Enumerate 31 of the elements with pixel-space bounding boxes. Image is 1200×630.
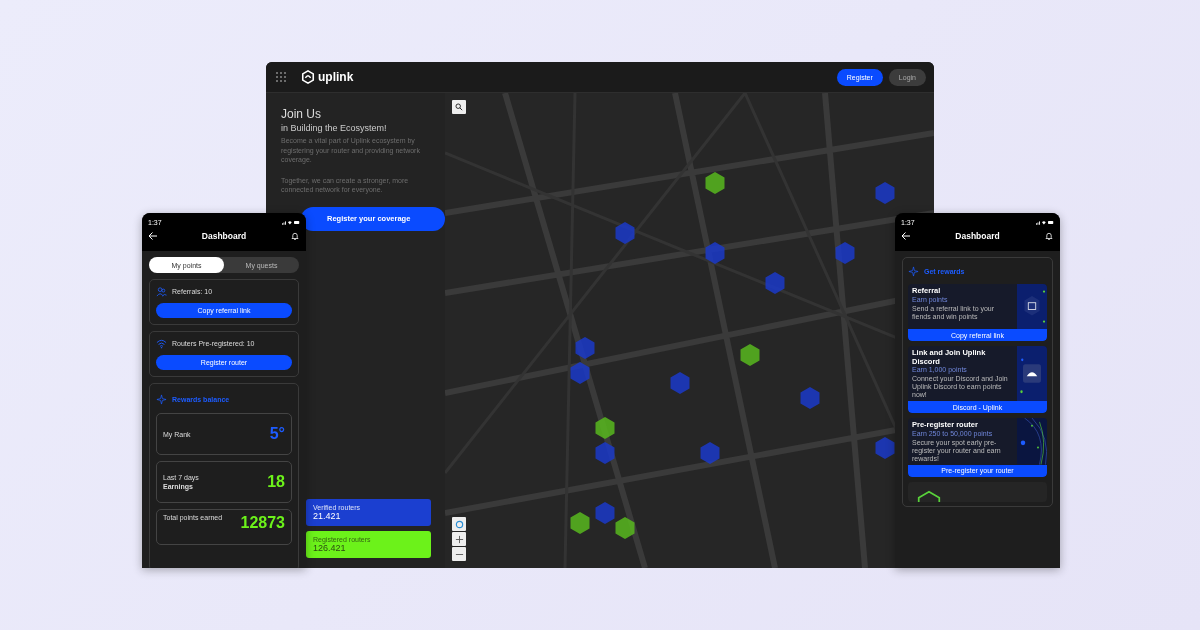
sparkle-icon xyxy=(156,394,167,405)
status-icons xyxy=(282,219,300,225)
search-button[interactable] xyxy=(452,100,466,114)
plus-icon xyxy=(454,534,464,544)
search-icon xyxy=(455,103,463,111)
stat-value: 5° xyxy=(269,425,285,443)
zoom-out-button[interactable] xyxy=(452,547,466,561)
wifi-icon xyxy=(156,338,167,349)
bell-icon[interactable] xyxy=(1044,231,1054,241)
hexagon-logo-icon xyxy=(301,70,315,84)
status-icons xyxy=(1036,219,1054,225)
gift-hexagon-drawing xyxy=(1017,284,1047,329)
stat-value: 126.421 xyxy=(313,543,346,553)
bell-icon[interactable] xyxy=(290,231,300,241)
screen-title: Dashboard xyxy=(201,231,247,241)
sparkle-icon xyxy=(908,266,919,277)
stat-value: 12873 xyxy=(240,514,285,532)
apps-grid-icon[interactable] xyxy=(275,71,287,83)
brand-name: uplink xyxy=(318,70,354,84)
subheading: in Building the Ecosystem! xyxy=(281,123,388,133)
back-arrow-icon[interactable] xyxy=(148,231,158,241)
back-arrow-icon[interactable] xyxy=(901,231,911,241)
locate-button[interactable] xyxy=(452,517,466,531)
heading: Join Us xyxy=(281,107,322,121)
screen-title: Dashboard xyxy=(955,231,1000,241)
orbit-drawing xyxy=(1017,418,1047,465)
stat-value: 21.421 xyxy=(313,511,342,521)
stat-value: 18 xyxy=(267,473,285,491)
zoom-in-button[interactable] xyxy=(452,532,466,546)
people-icon xyxy=(156,286,167,297)
locate-icon xyxy=(454,519,464,529)
